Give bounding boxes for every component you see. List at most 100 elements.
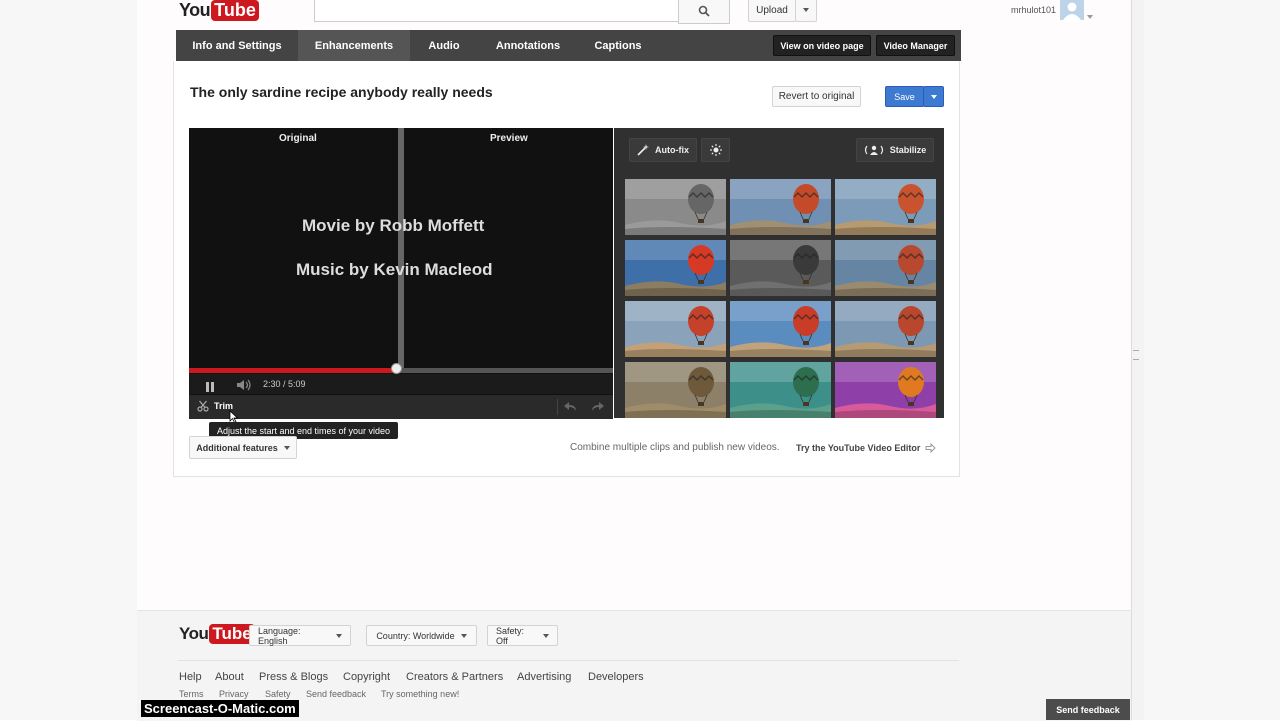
filter-thumbnail[interactable] (835, 179, 936, 235)
volume-icon (237, 379, 251, 391)
tab-captions[interactable]: Captions (578, 30, 658, 61)
tab-info-and-settings[interactable]: Info and Settings (176, 30, 298, 61)
stabilize-icon (864, 145, 883, 155)
magic-wand-icon (637, 144, 649, 156)
language-select[interactable]: Language: English (249, 625, 351, 646)
save-button[interactable]: Save (885, 86, 924, 107)
tab-enhancements[interactable]: Enhancements (298, 30, 410, 61)
split-view-divider[interactable] (398, 128, 404, 368)
time-display: 2:30 / 5:09 (263, 379, 306, 389)
filters-panel: Auto-fix Stabilize (614, 128, 944, 418)
brightness-button[interactable] (701, 138, 730, 162)
try-video-editor-link[interactable]: Try the YouTube Video Editor (796, 443, 937, 453)
trim-button[interactable]: Trim (197, 400, 233, 412)
hot-air-balloon-image (625, 240, 726, 296)
filter-thumbnail[interactable] (730, 240, 831, 296)
chevron-down-icon (283, 445, 290, 450)
scrollbar-grip[interactable] (1133, 350, 1139, 360)
save-options-button[interactable] (923, 86, 944, 107)
additional-features-button[interactable]: Additional features (189, 436, 297, 459)
video-credit-line-2: Music by Kevin Macleod (296, 260, 493, 279)
stabilize-button[interactable]: Stabilize (856, 138, 934, 162)
volume-button[interactable] (236, 378, 252, 391)
filter-thumbnail[interactable] (625, 301, 726, 357)
footer-link-terms[interactable]: Terms (179, 689, 204, 699)
editor-tab-bar: Info and Settings Enhancements Audio Ann… (176, 30, 961, 61)
hot-air-balloon-image (625, 179, 726, 235)
video-credit-line-1: Movie by Robb Moffett (302, 216, 485, 235)
revert-to-original-button[interactable]: Revert to original (772, 86, 861, 107)
youtube-logo[interactable]: You Tube (179, 0, 259, 21)
safety-select[interactable]: Safety: Off (487, 625, 558, 646)
footer-link-help[interactable]: Help (179, 671, 202, 683)
trim-bar: Trim (189, 395, 613, 424)
view-on-video-page-button[interactable]: View on video page (773, 35, 871, 56)
filter-thumbnail[interactable] (835, 240, 936, 296)
footer-link-developers[interactable]: Developers (588, 671, 644, 683)
undo-button[interactable] (557, 399, 584, 415)
username[interactable]: mrhulot101 (1011, 5, 1056, 15)
avatar[interactable] (1060, 0, 1084, 20)
chevron-down-icon (1087, 15, 1093, 19)
tab-label: Enhancements (314, 39, 394, 52)
footer-youtube-logo[interactable]: You Tube (179, 624, 255, 644)
player-controls: 2:30 / 5:09 (189, 374, 613, 394)
hot-air-balloon-image (835, 240, 936, 296)
auto-fix-button[interactable]: Auto-fix (629, 138, 697, 162)
seek-bar-played (189, 368, 397, 373)
filter-thumbnail[interactable] (625, 179, 726, 235)
footer-link-try-something-new[interactable]: Try something new! (381, 689, 459, 699)
filter-thumbnail[interactable] (625, 362, 726, 418)
footer-link-advertising[interactable]: Advertising (517, 671, 571, 683)
tab-label: Audio (428, 39, 460, 52)
auto-fix-label: Auto-fix (655, 145, 689, 155)
chevron-down-icon (543, 633, 549, 638)
filter-thumbnail[interactable] (835, 362, 936, 418)
redo-button[interactable] (587, 399, 607, 415)
filter-thumbnail[interactable] (730, 179, 831, 235)
safety-label: Safety: Off (496, 625, 525, 646)
hot-air-balloon-image (730, 301, 831, 357)
filter-thumbnail[interactable] (730, 301, 831, 357)
footer-link-creators-partners[interactable]: Creators & Partners (406, 671, 503, 683)
original-label: Original (279, 133, 317, 144)
footer-link-privacy[interactable]: Privacy (219, 689, 249, 699)
search-input[interactable] (314, 0, 680, 22)
button-label: Save (894, 91, 915, 102)
pause-button[interactable] (205, 379, 215, 392)
seek-handle[interactable] (391, 363, 402, 374)
filter-thumbnail[interactable] (835, 301, 936, 357)
logo-tube-text: Tube (209, 624, 255, 644)
tab-annotations[interactable]: Annotations (478, 30, 578, 61)
footer-link-copyright[interactable]: Copyright (343, 671, 390, 683)
footer-link-press-blogs[interactable]: Press & Blogs (259, 671, 328, 683)
search-icon (698, 5, 710, 17)
tab-label: Captions (594, 39, 642, 52)
footer-link-safety[interactable]: Safety (265, 689, 291, 699)
video-manager-button[interactable]: Video Manager (876, 35, 955, 56)
account-menu-caret[interactable] (1087, 6, 1093, 24)
hot-air-balloon-image (835, 301, 936, 357)
footer-link-about[interactable]: About (215, 671, 244, 683)
send-feedback-button[interactable]: Send feedback (1046, 699, 1130, 720)
country-select[interactable]: Country: Worldwide (366, 625, 477, 646)
logo-you-text: You (179, 624, 209, 643)
try-video-editor-label: Try the YouTube Video Editor (796, 443, 921, 453)
filter-thumbnail[interactable] (730, 362, 831, 418)
footer-link-send-feedback[interactable]: Send feedback (306, 689, 366, 699)
pause-icon (206, 382, 214, 392)
filter-thumbnail[interactable] (625, 240, 726, 296)
screencast-watermark: Screencast-O-Matic.com (141, 700, 299, 717)
chevron-down-icon (803, 8, 809, 12)
vertical-scrollbar[interactable] (1131, 0, 1144, 720)
arrow-right-icon (925, 443, 937, 453)
upload-menu-button[interactable] (795, 0, 817, 22)
user-silhouette-icon (1063, 2, 1081, 20)
search-button[interactable] (678, 0, 730, 24)
hot-air-balloon-image (835, 362, 936, 418)
tab-audio[interactable]: Audio (410, 30, 478, 61)
undo-icon (564, 402, 576, 411)
combine-clips-text: Combine multiple clips and publish new v… (570, 442, 780, 453)
button-label: Revert to original (778, 91, 855, 102)
upload-button[interactable]: Upload (748, 0, 796, 22)
